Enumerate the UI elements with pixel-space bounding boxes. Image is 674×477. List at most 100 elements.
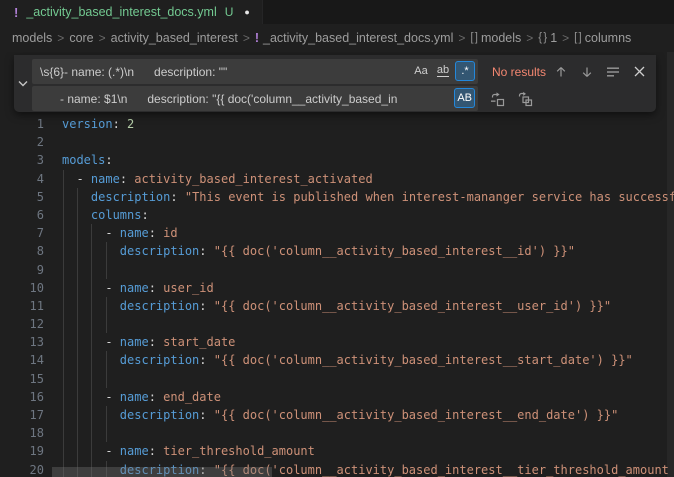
code-line[interactable]: 10 - name: user_id <box>0 279 674 297</box>
line-number[interactable]: 15 <box>0 370 44 388</box>
modified-dot-icon[interactable]: ● <box>244 7 249 17</box>
close-button[interactable] <box>628 61 650 83</box>
code-line[interactable]: 3 models: <box>0 151 674 169</box>
preserve-case-button[interactable]: AB <box>454 88 475 108</box>
horizontal-scrollbar[interactable] <box>52 467 272 477</box>
code-line[interactable]: 7 - name: id <box>0 224 674 242</box>
replace-all-button[interactable] <box>514 88 536 110</box>
code-text: description: "This event is published wh… <box>62 190 674 204</box>
git-status-badge: U <box>225 5 234 19</box>
line-number[interactable]: 13 <box>0 333 44 351</box>
tab-active[interactable]: ! _activity_based_interest_docs.yml U ● <box>0 0 263 24</box>
replace-button[interactable] <box>486 88 508 110</box>
indent-guide <box>91 242 92 260</box>
toggle-replace-button[interactable] <box>14 55 31 112</box>
line-number[interactable]: 17 <box>0 406 44 424</box>
code-line[interactable]: 8 description: "{{ doc('column__activity… <box>0 242 674 260</box>
indent-guide <box>77 279 78 297</box>
whole-word-icon: ab <box>437 65 449 77</box>
indent-guide <box>91 370 92 388</box>
code-text: description: "{{ doc('column__activity_b… <box>62 353 633 367</box>
code-text: description: "{{ doc('column__activity_b… <box>62 408 618 422</box>
code-line[interactable]: 14 description: "{{ doc('column__activit… <box>0 351 674 369</box>
line-number[interactable]: 14 <box>0 351 44 369</box>
indent-guide <box>63 188 64 206</box>
indent-guide <box>106 424 107 442</box>
breadcrumb-item[interactable]: core <box>69 31 93 45</box>
replace-icon <box>489 91 505 107</box>
line-number[interactable]: 18 <box>0 424 44 442</box>
breadcrumb-item[interactable]: ! _activity_based_interest_docs.yml <box>255 31 454 45</box>
breadcrumb: models>core>activity_based_interest>!_ac… <box>0 24 674 52</box>
code-line[interactable]: 13 - name: start_date <box>0 333 674 351</box>
find-input[interactable]: \s{6}- name: (.*)\n description: "" Aa a… <box>32 59 478 84</box>
indent-guide <box>63 351 64 369</box>
indent-guide <box>77 315 78 333</box>
vertical-scrollbar[interactable] <box>667 52 674 477</box>
whole-word-button[interactable]: ab <box>433 61 453 81</box>
breadcrumb-label: _activity_based_interest_docs.yml <box>263 31 453 45</box>
breadcrumb-label: activity_based_interest <box>111 31 238 45</box>
match-case-button[interactable]: Aa <box>411 61 431 81</box>
indent-guide <box>91 333 92 351</box>
code-line[interactable]: 1 version: 2 <box>0 115 674 133</box>
code-text: version: 2 <box>62 117 134 131</box>
indent-guide <box>91 315 92 333</box>
regex-button[interactable]: .* <box>455 61 475 81</box>
line-number[interactable]: 1 <box>0 115 44 133</box>
find-in-selection-button[interactable] <box>602 61 624 83</box>
editor[interactable]: \s{6}- name: (.*)\n description: "" Aa a… <box>0 52 674 477</box>
replace-input[interactable]: - name: $1\n description: "{{ doc('colum… <box>32 86 478 111</box>
breadcrumb-item[interactable]: { }1 <box>538 31 557 45</box>
line-number[interactable]: 16 <box>0 388 44 406</box>
line-number[interactable]: 9 <box>0 261 44 279</box>
code-line[interactable]: 18 <box>0 424 674 442</box>
indent-guide <box>77 224 78 242</box>
line-number[interactable]: 11 <box>0 297 44 315</box>
find-row: \s{6}- name: (.*)\n description: "" Aa a… <box>32 59 650 84</box>
previous-match-button[interactable] <box>550 61 572 83</box>
indent-guide <box>91 406 92 424</box>
line-number[interactable]: 19 <box>0 442 44 460</box>
line-number[interactable]: 20 <box>0 461 44 477</box>
breadcrumb-label: 1 <box>550 31 557 45</box>
indent-guide <box>63 261 64 279</box>
breadcrumb-item[interactable]: [ ]columns <box>574 31 631 45</box>
indent-guide <box>91 351 92 369</box>
code-line[interactable]: 16 - name: end_date <box>0 388 674 406</box>
code-line[interactable]: 11 description: "{{ doc('column__activit… <box>0 297 674 315</box>
code-text: models: <box>62 153 113 167</box>
replace-all-icon <box>517 91 533 107</box>
code-text: - name: tier_threshold_amount <box>62 444 315 458</box>
code-text: description: "{{ doc('column__activity_b… <box>62 299 611 313</box>
code-area[interactable]: 1 version: 2 23 models: 4 - name: activity_b… <box>0 115 674 477</box>
find-results-count: No results <box>492 65 546 79</box>
line-number[interactable]: 8 <box>0 242 44 260</box>
code-line[interactable]: 15 <box>0 370 674 388</box>
line-number[interactable]: 3 <box>0 151 44 169</box>
vscode-window: ! _activity_based_interest_docs.yml U ● … <box>0 0 674 477</box>
line-number[interactable]: 6 <box>0 206 44 224</box>
breadcrumb-item[interactable]: activity_based_interest <box>111 31 238 45</box>
code-line[interactable]: 17 description: "{{ doc('column__activit… <box>0 406 674 424</box>
code-line[interactable]: 12 <box>0 315 674 333</box>
line-number[interactable]: 5 <box>0 188 44 206</box>
arrow-up-icon <box>555 66 567 78</box>
next-match-button[interactable] <box>576 61 598 83</box>
code-line[interactable]: 9 <box>0 261 674 279</box>
breadcrumb-item[interactable]: [ ]models <box>470 31 521 45</box>
code-line[interactable]: 2 <box>0 133 674 151</box>
code-line[interactable]: 5 description: "This event is published … <box>0 188 674 206</box>
line-number[interactable]: 12 <box>0 315 44 333</box>
code-line[interactable]: 6 columns: <box>0 206 674 224</box>
indent-guide <box>77 388 78 406</box>
yaml-warning-icon: ! <box>255 31 259 45</box>
line-number[interactable]: 4 <box>0 170 44 188</box>
code-line[interactable]: 4 - name: activity_based_interest_activa… <box>0 170 674 188</box>
line-number[interactable]: 7 <box>0 224 44 242</box>
code-line[interactable]: 19 - name: tier_threshold_amount <box>0 442 674 460</box>
line-number[interactable]: 2 <box>0 133 44 151</box>
indent-guide <box>91 388 92 406</box>
breadcrumb-item[interactable]: models <box>12 31 52 45</box>
line-number[interactable]: 10 <box>0 279 44 297</box>
